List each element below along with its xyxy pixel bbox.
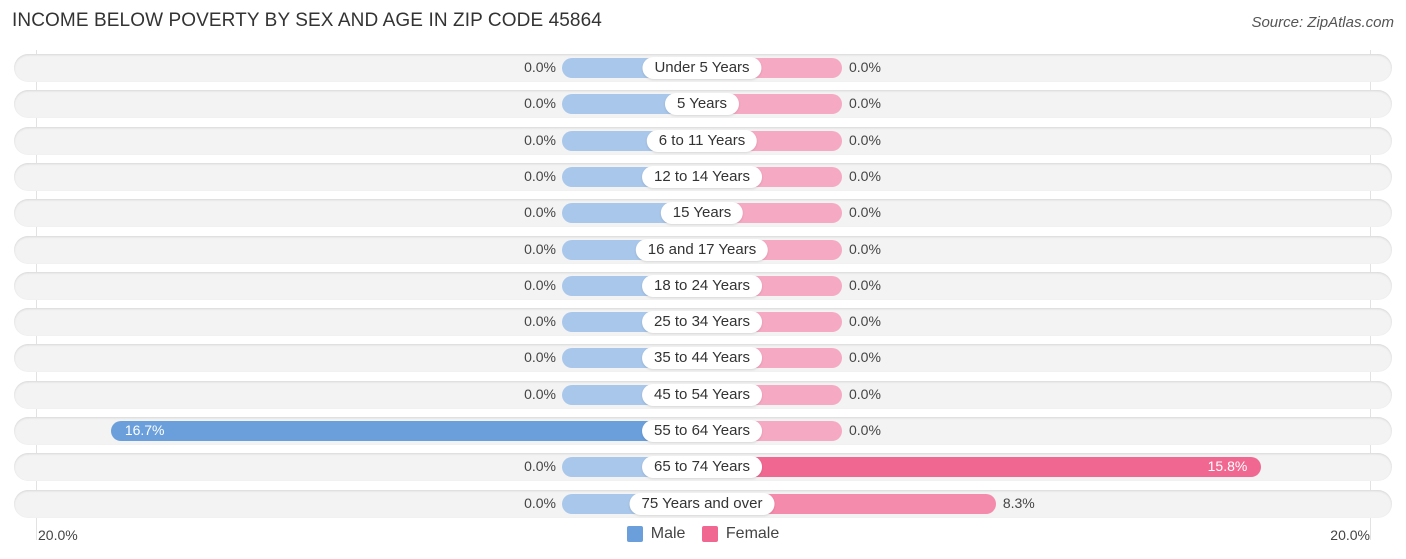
female-bar[interactable] [702, 457, 1262, 478]
male-value-label: 16.7% [124, 422, 165, 438]
category-label: 45 to 54 Years [642, 383, 762, 406]
male-value-label: 0.0% [524, 458, 556, 475]
category-label: 18 to 24 Years [642, 274, 762, 297]
female-value-label: 0.0% [849, 167, 881, 184]
legend-item-male: Male [626, 525, 686, 543]
female-value-label: 0.0% [849, 131, 881, 148]
male-value-label: 0.0% [524, 204, 556, 221]
category-label: 35 to 44 Years [642, 347, 762, 370]
female-value-label: 8.3% [1002, 494, 1035, 511]
male-value-label: 0.0% [524, 95, 556, 112]
male-value-label: 0.0% [524, 59, 556, 75]
chart-area: 0.0% 0.0% Under 5 Years 0.0% 0.0% 5 Years 0.0%… [0, 50, 1406, 520]
male-value-label: 0.0% [524, 131, 556, 148]
female-value-label: 0.0% [849, 422, 881, 438]
category-label: 25 to 34 Years [642, 311, 762, 334]
male-value-label: 0.0% [524, 276, 556, 293]
category-label: 12 to 14 Years [642, 165, 762, 188]
chart-row: 0.0% 0.0% 12 to 14 Years [14, 162, 1392, 191]
male-value-label: 0.0% [524, 349, 556, 366]
chart-row: 0.0% 0.0% 25 to 34 Years [14, 308, 1392, 337]
chart-row: 0.0% 0.0% 6 to 11 Years [14, 126, 1392, 155]
female-value-label: 0.0% [849, 240, 881, 257]
category-label: 15 Years [660, 202, 744, 225]
male-bar[interactable] [110, 421, 702, 441]
female-value-label: 15.8% [1207, 458, 1248, 475]
category-label: 5 Years [664, 93, 740, 116]
female-value-label: 0.0% [849, 59, 881, 75]
category-label: 6 to 11 Years [646, 129, 758, 152]
chart-row: 0.0% 0.0% 15 Years [14, 199, 1392, 228]
legend-label-female: Female [725, 525, 780, 542]
category-label: 16 and 17 Years [635, 238, 769, 261]
chart-row: 16.7% 0.0% 55 to 64 Years [14, 417, 1392, 445]
legend-item-female: Female [701, 525, 780, 543]
legend-swatch-female [701, 526, 718, 542]
chart-title: INCOME BELOW POVERTY BY SEX AND AGE IN Z… [12, 10, 602, 31]
legend-label-male: Male [650, 525, 686, 542]
female-value-label: 0.0% [849, 349, 881, 366]
female-value-label: 0.0% [849, 95, 881, 112]
male-value-label: 0.0% [524, 313, 556, 330]
chart-row: 0.0% 0.0% 35 to 44 Years [14, 344, 1392, 373]
male-value-label: 0.0% [524, 167, 556, 184]
male-value-label: 0.0% [524, 385, 556, 402]
chart-row: 0.0% 0.0% 45 to 54 Years [14, 380, 1392, 409]
female-value-label: 0.0% [849, 276, 881, 293]
legend-swatch-male [626, 526, 643, 542]
chart-row: 0.0% 0.0% 16 and 17 Years [14, 235, 1392, 264]
female-value-label: 0.0% [849, 204, 881, 221]
chart-row: 0.0% 0.0% 18 to 24 Years [14, 271, 1392, 300]
female-value-label: 0.0% [849, 313, 881, 330]
chart-row: 0.0% 0.0% Under 5 Years [14, 54, 1392, 82]
source-credit: Source: ZipAtlas.com [1251, 14, 1394, 31]
male-value-label: 0.0% [524, 240, 556, 257]
category-label: 65 to 74 Years [642, 456, 762, 479]
legend: Male Female [0, 525, 1406, 547]
male-value-label: 0.0% [524, 494, 556, 511]
category-label: 75 Years and over [629, 492, 775, 515]
chart-row: 0.0% 15.8% 65 to 74 Years [14, 453, 1392, 482]
chart-row: 0.0% 8.3% 75 Years and over [14, 489, 1392, 518]
category-label: Under 5 Years [642, 57, 762, 79]
chart-row: 0.0% 0.0% 5 Years [14, 90, 1392, 119]
category-label: 55 to 64 Years [642, 420, 762, 442]
female-value-label: 0.0% [849, 385, 881, 402]
